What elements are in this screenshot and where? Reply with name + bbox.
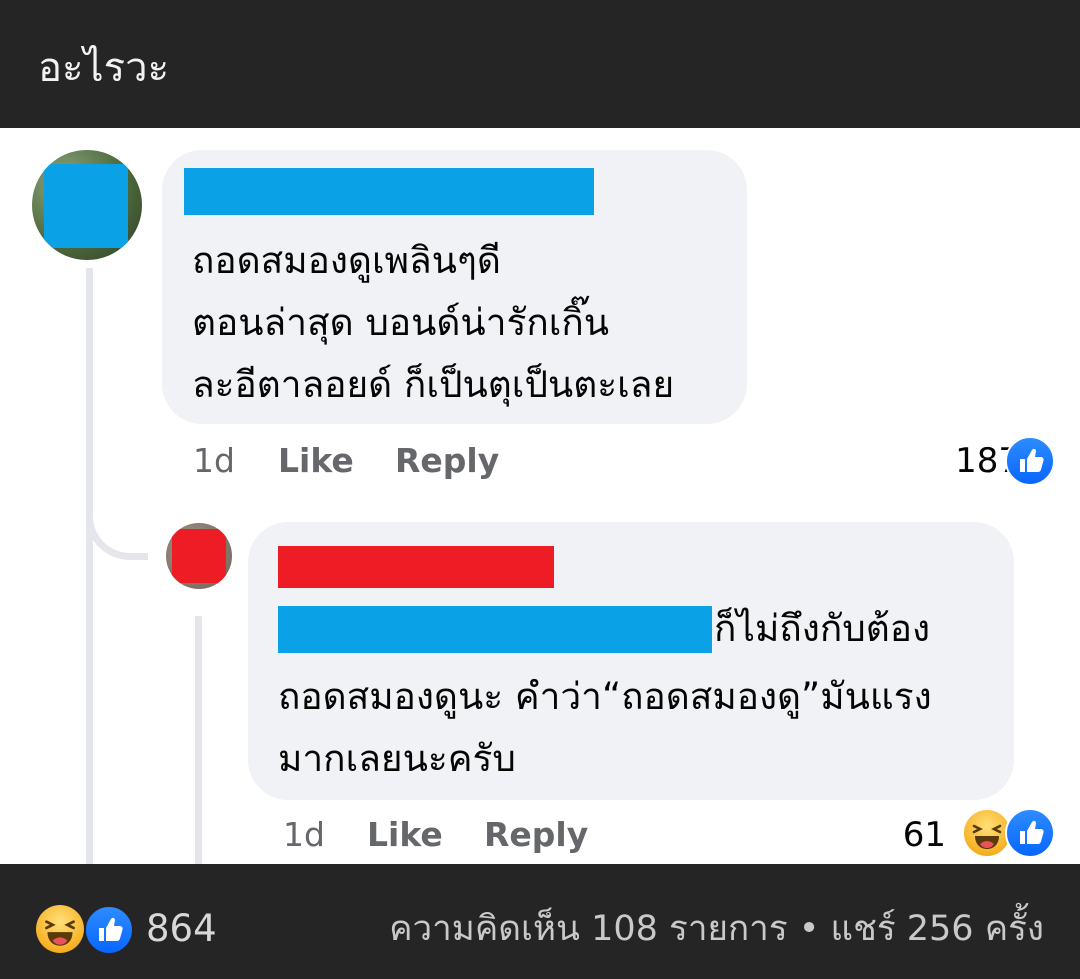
- like-icon[interactable]: [1005, 436, 1055, 486]
- reply-button[interactable]: Reply: [484, 810, 588, 860]
- thread-line: [86, 268, 93, 864]
- comment-bubble: ถอดสมองดูเพลินๆดี ตอนล่าสุด บอนด์น่ารักเ…: [162, 150, 747, 424]
- like-icon[interactable]: [1005, 808, 1055, 858]
- haha-icon[interactable]: [36, 905, 84, 953]
- reply-reaction-count[interactable]: 61: [903, 810, 946, 860]
- post-title: อะไรวะ: [38, 45, 170, 91]
- commenter-name-redaction[interactable]: [184, 168, 594, 215]
- comment-timestamp[interactable]: 1d: [193, 436, 235, 486]
- reply-button[interactable]: Reply: [395, 436, 499, 486]
- commenter-avatar[interactable]: [32, 150, 142, 260]
- reply-thread-line: [195, 616, 202, 864]
- replier-avatar[interactable]: [166, 523, 232, 589]
- total-reaction-count[interactable]: 864: [146, 902, 217, 956]
- reply-text-line: ก็ไม่ถึงกับต้อง: [714, 607, 931, 650]
- reply-text-line: มากเลยนะครับ: [278, 737, 516, 780]
- reply-timestamp[interactable]: 1d: [283, 810, 325, 860]
- comment-text-line: ตอนล่าสุด บอนด์น่ารักเกิ๊น: [192, 301, 610, 344]
- post-header-bar: อะไรวะ: [0, 0, 1080, 128]
- avatar-redaction: [172, 529, 226, 583]
- like-button[interactable]: Like: [367, 810, 443, 860]
- comment-actions: 1d Like Reply: [193, 436, 1053, 486]
- mention-redaction[interactable]: [278, 606, 712, 653]
- reply-bubble: ก็ไม่ถึงกับต้อง ถอดสมองดูนะ คำว่า“ถอดสมอ…: [248, 522, 1014, 800]
- comment-text-line: ละอีตาลอยด์ ก็เป็นตุเป็นตะเลย: [192, 363, 675, 406]
- like-icon[interactable]: [84, 905, 134, 955]
- comments-shares-summary[interactable]: ความคิดเห็น 108 รายการ • แชร์ 256 ครั้ง: [389, 902, 1044, 956]
- reply-text-line: ถอดสมองดูนะ คำว่า“ถอดสมองดู”มันแรง: [278, 675, 932, 718]
- replier-name-redaction[interactable]: [278, 546, 554, 588]
- avatar-redaction: [44, 164, 128, 248]
- like-button[interactable]: Like: [278, 436, 354, 486]
- comment-text-line: ถอดสมองดูเพลินๆดี: [192, 239, 501, 282]
